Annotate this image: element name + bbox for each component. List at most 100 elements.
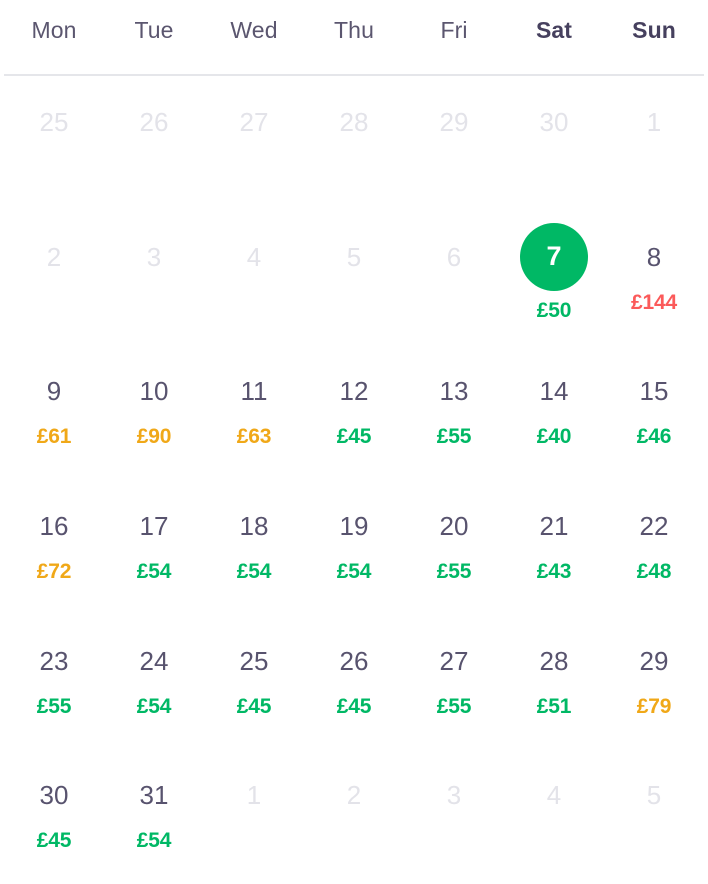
day-number: 28 <box>539 645 569 676</box>
calendar-week-row: 30 £45 31 £54 1 2 3 4 5 <box>4 749 704 884</box>
day-cell[interactable]: 8 £144 <box>604 211 704 346</box>
day-number: 5 <box>646 780 662 811</box>
day-cell[interactable]: 12 £45 <box>304 345 404 480</box>
day-cell[interactable]: 14 £40 <box>504 345 604 480</box>
day-number: 4 <box>546 780 562 811</box>
day-number: 23 <box>39 645 69 676</box>
day-cell: 26 <box>104 76 204 211</box>
day-number: 4 <box>246 241 262 272</box>
price-calendar: Mon Tue Wed Thu Fri Sat Sun 25 26 27 28 29 30 1 2 3 4 5 6… <box>0 0 708 884</box>
day-price: £48 <box>636 560 672 583</box>
day-number: 21 <box>539 511 569 541</box>
day-cell[interactable]: 17 £54 <box>104 480 204 615</box>
day-cell[interactable]: 24 £54 <box>104 615 204 750</box>
day-cell[interactable]: 11 £63 <box>204 345 304 480</box>
day-price: £45 <box>236 694 272 718</box>
day-cell: 2 <box>304 749 404 884</box>
day-price: £90 <box>136 425 172 449</box>
day-cell: 1 <box>604 76 704 211</box>
day-cell[interactable]: 10 £90 <box>104 345 204 480</box>
day-number: 25 <box>39 107 69 137</box>
day-cell-selected[interactable]: 7 £50 <box>504 211 604 346</box>
calendar-week-row: 16 £72 17 £54 18 £54 19 £54 20 £55 21 £43 22 £48 <box>4 480 704 615</box>
day-price: £54 <box>136 560 172 583</box>
day-cell[interactable]: 19 £54 <box>304 480 404 615</box>
day-cell[interactable]: 16 £72 <box>4 480 104 615</box>
day-number: 9 <box>46 376 62 407</box>
day-cell[interactable]: 20 £55 <box>404 480 504 615</box>
day-price: £45 <box>336 694 372 718</box>
day-cell[interactable]: 21 £43 <box>504 480 604 615</box>
day-number: 12 <box>339 376 369 407</box>
day-number: 26 <box>139 107 169 137</box>
calendar-week-row: 2 3 4 5 6 7 £50 8 £144 <box>4 211 704 346</box>
day-number: 16 <box>39 511 69 541</box>
day-price: £55 <box>36 694 72 718</box>
day-cell: 4 <box>204 211 304 346</box>
day-number: 31 <box>139 780 169 811</box>
day-cell[interactable]: 15 £46 <box>604 345 704 480</box>
day-cell[interactable]: 13 £55 <box>404 345 504 480</box>
day-number: 28 <box>339 107 369 137</box>
day-number: 26 <box>339 645 369 676</box>
day-number: 24 <box>139 645 169 676</box>
calendar-week-row: 25 26 27 28 29 30 1 <box>4 76 704 211</box>
day-price: £61 <box>36 425 72 449</box>
day-price: £40 <box>536 425 572 449</box>
day-number: 27 <box>439 645 469 676</box>
day-cell: 3 <box>104 211 204 346</box>
day-number: 27 <box>239 107 269 137</box>
day-number: 8 <box>646 241 662 272</box>
day-number: 14 <box>539 376 569 407</box>
day-price: £45 <box>336 425 372 449</box>
day-price: £55 <box>436 560 472 583</box>
day-cell[interactable]: 28 £51 <box>504 615 604 750</box>
day-cell: 3 <box>404 749 504 884</box>
day-number: 2 <box>46 241 62 272</box>
day-number: 13 <box>439 376 469 407</box>
day-price: £46 <box>636 425 672 449</box>
day-number: 3 <box>146 241 162 272</box>
calendar-weeks: 25 26 27 28 29 30 1 2 3 4 5 6 7 £50 8 £144 9 £61 10 £90 11 £6… <box>0 76 708 884</box>
day-number: 1 <box>246 780 262 811</box>
day-cell[interactable]: 22 £48 <box>604 480 704 615</box>
day-price: £55 <box>436 694 472 718</box>
day-price: £63 <box>236 425 272 449</box>
day-cell[interactable]: 31 £54 <box>104 749 204 884</box>
day-cell: 30 <box>504 76 604 211</box>
day-cell: 25 <box>4 76 104 211</box>
calendar-week-row: 23 £55 24 £54 25 £45 26 £45 27 £55 28 £51 29 £79 <box>4 615 704 750</box>
day-price: £50 <box>536 298 572 322</box>
day-number: 1 <box>646 107 662 137</box>
day-cell[interactable]: 27 £55 <box>404 615 504 750</box>
day-cell[interactable]: 25 £45 <box>204 615 304 750</box>
day-cell: 27 <box>204 76 304 211</box>
day-number: 2 <box>346 780 362 811</box>
day-cell: 28 <box>304 76 404 211</box>
day-cell: 6 <box>404 211 504 346</box>
day-number: 19 <box>339 511 369 541</box>
day-number: 7 <box>520 222 588 291</box>
day-cell[interactable]: 9 £61 <box>4 345 104 480</box>
day-price: £45 <box>36 829 72 853</box>
weekday-header-sat: Sat <box>504 0 604 76</box>
day-number: 10 <box>139 376 169 407</box>
day-price: £54 <box>136 694 172 718</box>
day-cell: 5 <box>304 211 404 346</box>
day-cell[interactable]: 30 £45 <box>4 749 104 884</box>
day-number: 11 <box>240 376 268 407</box>
weekday-header-tue: Tue <box>104 0 204 76</box>
weekday-header-row: Mon Tue Wed Thu Fri Sat Sun <box>0 0 708 76</box>
day-price: £54 <box>236 560 272 583</box>
weekday-header-fri: Fri <box>404 0 504 76</box>
day-number: 18 <box>239 511 269 541</box>
day-cell[interactable]: 23 £55 <box>4 615 104 750</box>
day-number: 15 <box>639 376 669 407</box>
day-number: 25 <box>239 645 269 676</box>
day-cell[interactable]: 26 £45 <box>304 615 404 750</box>
day-price: £144 <box>631 290 677 314</box>
day-cell[interactable]: 18 £54 <box>204 480 304 615</box>
day-cell[interactable]: 29 £79 <box>604 615 704 750</box>
day-number: 30 <box>39 780 69 811</box>
day-price: £72 <box>36 560 72 583</box>
